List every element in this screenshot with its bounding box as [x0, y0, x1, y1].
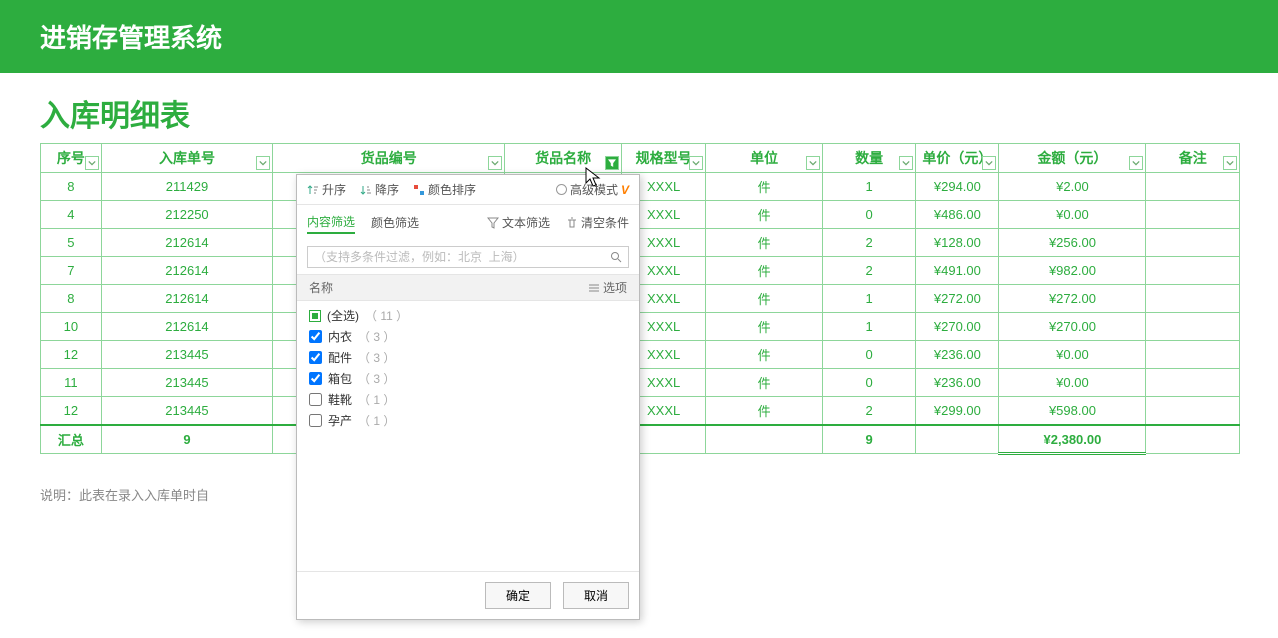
filter-list-item[interactable]: 鞋靴 （ 1 ）: [309, 389, 627, 410]
filter-item-checkbox[interactable]: [309, 393, 322, 406]
filter-item-count: （ 3 ）: [358, 328, 395, 345]
sort-desc-icon: [360, 184, 372, 196]
table-row[interactable]: 11213445XXXL件0¥236.00¥0.00: [41, 369, 1240, 397]
col-qty: 数量: [822, 144, 915, 173]
sort-asc-icon: [307, 184, 319, 196]
filter-list-header: 名称 选项: [297, 274, 639, 301]
select-all-label: (全选): [327, 307, 359, 324]
filter-item-label: 内衣: [328, 328, 352, 345]
col-order-no: 入库单号: [101, 144, 273, 173]
popup-buttons: 确定 取消: [297, 571, 639, 619]
sort-asc[interactable]: 升序: [307, 181, 346, 198]
filter-item-count: （ 1 ）: [358, 412, 395, 429]
filter-button-spec[interactable]: [689, 156, 703, 170]
table-row[interactable]: 5212614XXXL件2¥128.00¥256.00: [41, 229, 1240, 257]
popup-sort-row: 升序 降序 颜色排序 高级模式 V: [297, 175, 639, 205]
filter-item-checkbox[interactable]: [309, 330, 322, 343]
filter-list-body: (全选) （ 11 ） 内衣 （ 3 ） 配件 （ 3 ） 箱包 （ 3 ） 鞋靴 （ 1 ）…: [297, 301, 639, 571]
popup-tabs: 内容筛选 颜色筛选 文本筛选 清空条件: [297, 205, 639, 240]
col-spec: 规格型号: [621, 144, 706, 173]
summary-amount: ¥2,380.00: [999, 425, 1146, 454]
table-row[interactable]: 12213445XXXL件2¥299.00¥598.00: [41, 397, 1240, 426]
text-filter[interactable]: 文本筛选: [487, 214, 550, 231]
filter-item-label: 孕产: [328, 412, 352, 429]
checkbox-mixed-icon[interactable]: [309, 310, 321, 322]
col-unit: 单位: [706, 144, 823, 173]
funnel-icon: [487, 217, 499, 229]
cancel-button[interactable]: 取消: [563, 582, 629, 609]
filter-button-remark[interactable]: [1223, 156, 1237, 170]
filter-list-item[interactable]: 内衣 （ 3 ）: [309, 326, 627, 347]
color-sort[interactable]: 颜色排序: [413, 181, 476, 198]
filter-list-item[interactable]: 配件 （ 3 ）: [309, 347, 627, 368]
page-title: 入库明细表: [0, 73, 1278, 143]
col-remark: 备注: [1146, 144, 1240, 173]
col-goods-name: 货品名称: [505, 144, 622, 173]
filter-list-item[interactable]: 箱包 （ 3 ）: [309, 368, 627, 389]
filter-item-count: （ 1 ）: [358, 391, 395, 408]
select-all-item[interactable]: (全选) （ 11 ）: [309, 305, 627, 326]
hamburger-icon: [588, 282, 600, 294]
filter-button-unit[interactable]: [806, 156, 820, 170]
table-row[interactable]: 4212250XXXL件0¥486.00¥0.00: [41, 201, 1240, 229]
summary-qty: 9: [822, 425, 915, 454]
summary-row: 汇总 9 9 ¥2,380.00: [41, 425, 1240, 454]
filter-button-orderno[interactable]: [256, 156, 270, 170]
filter-item-checkbox[interactable]: [309, 351, 322, 364]
filter-item-label: 鞋靴: [328, 391, 352, 408]
adv-v-icon: V: [621, 183, 629, 197]
color-sort-icon: [413, 184, 425, 196]
col-seq: 序号: [41, 144, 102, 173]
app-title: 进销存管理系统: [40, 23, 222, 53]
list-head-name: 名称: [309, 279, 333, 296]
table-row[interactable]: 12213445XXXL件0¥236.00¥0.00: [41, 341, 1240, 369]
summary-order-count: 9: [101, 425, 273, 454]
filter-button-seq[interactable]: [85, 156, 99, 170]
filter-item-checkbox[interactable]: [309, 372, 322, 385]
ok-button[interactable]: 确定: [485, 582, 551, 609]
table-row[interactable]: 10212614XXXL件1¥270.00¥270.00: [41, 313, 1240, 341]
filter-button-amount[interactable]: [1129, 156, 1143, 170]
filter-item-label: 配件: [328, 349, 352, 366]
clear-conditions[interactable]: 清空条件: [566, 214, 629, 231]
filter-search-input[interactable]: [314, 250, 604, 264]
advanced-mode-toggle[interactable]: 高级模式 V: [556, 181, 629, 198]
tab-content-filter[interactable]: 内容筛选: [307, 211, 355, 234]
filter-item-label: 箱包: [328, 370, 352, 387]
filter-list-item[interactable]: 孕产 （ 1 ）: [309, 410, 627, 431]
filter-search-box: [307, 246, 629, 268]
filter-button-qty[interactable]: [899, 156, 913, 170]
filter-button-goodsno[interactable]: [488, 156, 502, 170]
filter-button-price[interactable]: [982, 156, 996, 170]
table-header-row: 序号 入库单号 货品编号 货品名称 规格型号 单位 数量 单价（元） 金额（元）…: [41, 144, 1240, 173]
search-icon[interactable]: [610, 251, 622, 263]
inbound-table: 序号 入库单号 货品编号 货品名称 规格型号 单位 数量 单价（元） 金额（元）…: [40, 143, 1240, 455]
filter-item-checkbox[interactable]: [309, 414, 322, 427]
col-amount: 金额（元）: [999, 144, 1146, 173]
filter-item-count: （ 3 ）: [358, 349, 395, 366]
col-price: 单价（元）: [916, 144, 999, 173]
tab-color-filter[interactable]: 颜色筛选: [371, 212, 419, 233]
summary-label: 汇总: [41, 425, 102, 454]
table-row[interactable]: 7212614XXXL件2¥491.00¥982.00: [41, 257, 1240, 285]
radio-icon: [556, 184, 567, 195]
app-banner: 进销存管理系统: [0, 0, 1278, 73]
select-all-count: （ 11 ）: [365, 307, 408, 324]
filter-popup: 升序 降序 颜色排序 高级模式 V 内容筛选 颜色筛选 文本筛选 清空条件: [296, 174, 640, 620]
list-options[interactable]: 选项: [588, 279, 627, 296]
filter-item-count: （ 3 ）: [358, 370, 395, 387]
sort-desc[interactable]: 降序: [360, 181, 399, 198]
filter-button-goodsname[interactable]: [605, 156, 619, 170]
col-goods-no: 货品编号: [273, 144, 505, 173]
table-row[interactable]: 8211429XXXL件1¥294.00¥2.00: [41, 173, 1240, 201]
table-row[interactable]: 8212614XXXL件1¥272.00¥272.00: [41, 285, 1240, 313]
trash-icon: [566, 217, 578, 229]
